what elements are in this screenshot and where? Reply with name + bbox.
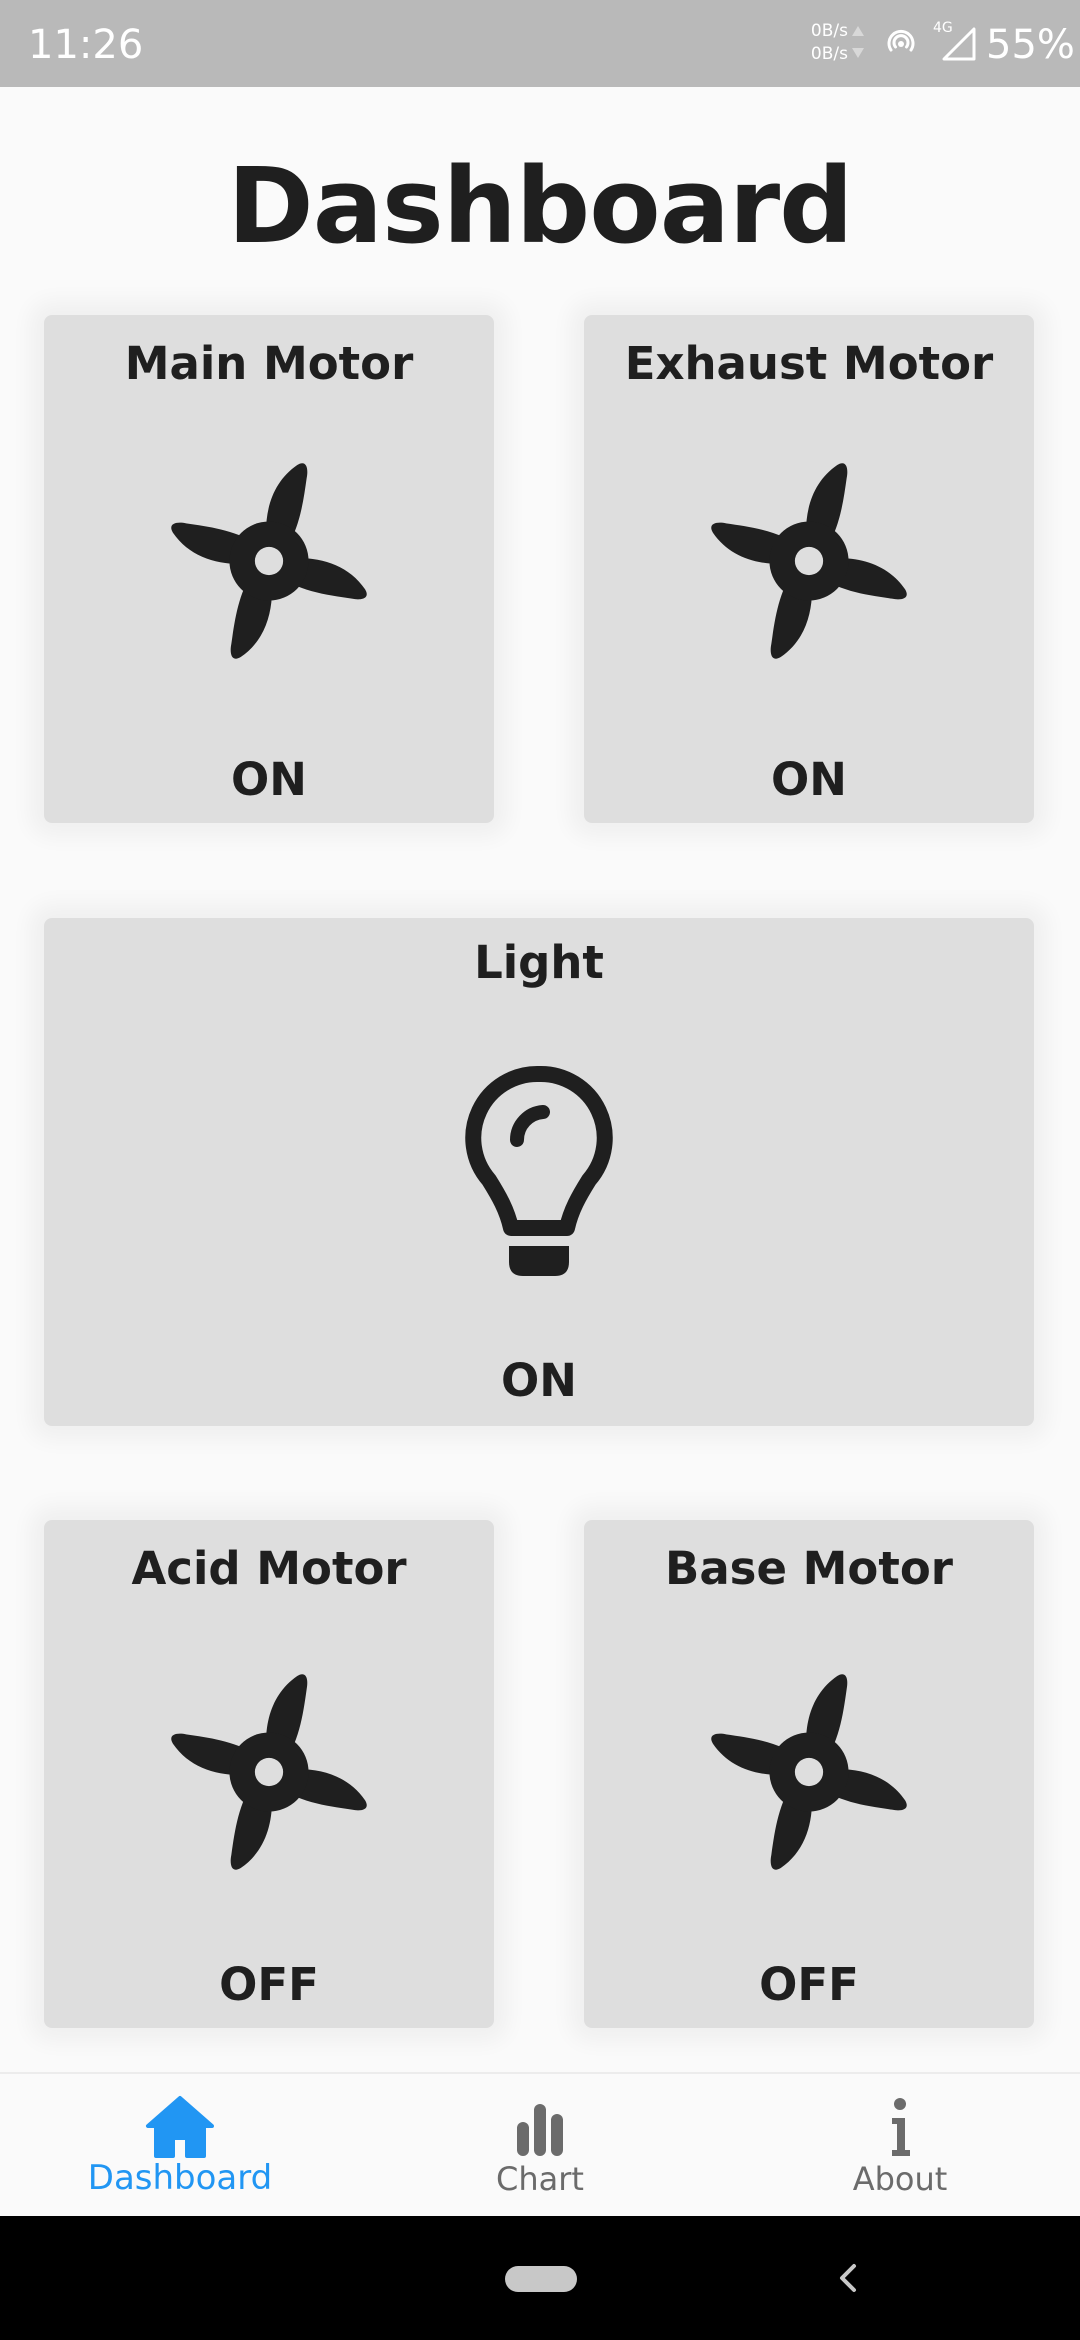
- signal-icon: [942, 27, 976, 61]
- acid-motor-card[interactable]: Acid Motor OFF: [44, 1520, 494, 2028]
- nav-label: Chart: [496, 2160, 584, 2198]
- status-bar: 11:26 0B/s 0B/s 4G 55%: [0, 0, 1080, 87]
- card-title: Light: [474, 936, 604, 989]
- bottom-nav: Dashboard Chart About: [0, 2072, 1080, 2216]
- battery-percent: 55%: [986, 22, 1075, 68]
- network-speed: 0B/s 0B/s: [800, 20, 848, 66]
- back-chevron-icon[interactable]: [836, 2260, 860, 2296]
- card-title: Acid Motor: [131, 1542, 407, 1595]
- status-time: 11:26: [28, 22, 144, 68]
- status-label: ON: [771, 753, 847, 806]
- page-title: Dashboard: [227, 145, 853, 267]
- bar-chart-icon: [517, 2104, 563, 2156]
- nav-label: Dashboard: [87, 2158, 273, 2198]
- lightbulb-icon: [465, 1065, 613, 1276]
- fan-icon: [696, 1659, 922, 1885]
- status-label: OFF: [759, 1958, 859, 2011]
- info-icon: [892, 2098, 910, 2156]
- light-card[interactable]: Light ON: [44, 918, 1034, 1426]
- status-label: ON: [231, 753, 307, 806]
- card-title: Main Motor: [124, 337, 414, 390]
- nav-tab-about[interactable]: About: [720, 2074, 1080, 2218]
- base-motor-card[interactable]: Base Motor OFF: [584, 1520, 1034, 2028]
- nav-tab-chart[interactable]: Chart: [360, 2074, 720, 2218]
- exhaust-motor-card[interactable]: Exhaust Motor ON: [584, 315, 1034, 823]
- fan-icon: [156, 448, 382, 674]
- hotspot-icon: [887, 29, 915, 52]
- nav-tab-dashboard[interactable]: Dashboard: [0, 2074, 360, 2218]
- system-nav-bar: [0, 2216, 1080, 2340]
- fan-icon: [696, 448, 922, 674]
- card-title: Base Motor: [665, 1542, 953, 1595]
- network-speed-down: 0B/s: [810, 44, 848, 64]
- card-title: Exhaust Motor: [624, 337, 994, 390]
- home-pill-button[interactable]: [505, 2266, 577, 2292]
- status-label: ON: [501, 1354, 577, 1407]
- status-label: OFF: [219, 1958, 319, 2011]
- network-speed-up: 0B/s: [810, 21, 848, 41]
- fan-icon: [156, 1659, 382, 1885]
- net-arrows-icon: [852, 26, 864, 58]
- nav-label: About: [852, 2160, 948, 2198]
- main-motor-card[interactable]: Main Motor ON: [44, 315, 494, 823]
- home-icon: [146, 2096, 214, 2158]
